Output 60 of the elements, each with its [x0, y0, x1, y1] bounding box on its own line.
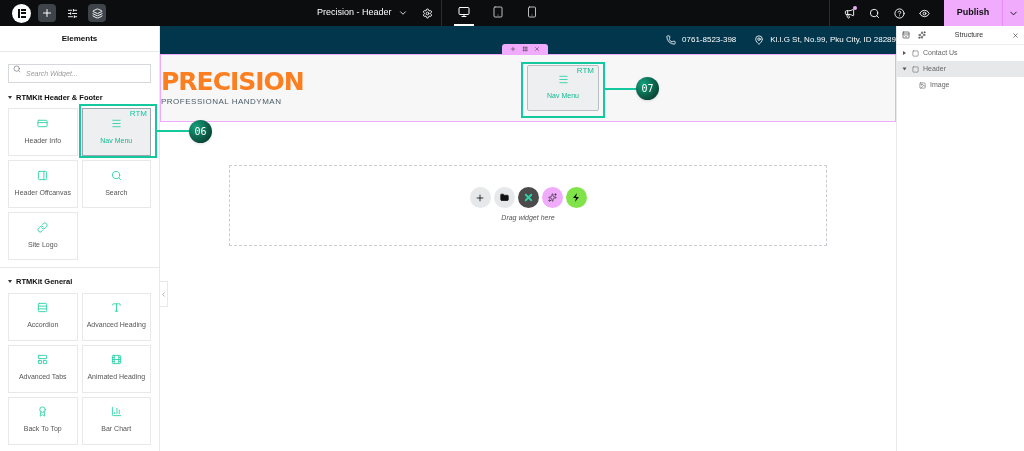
chevron-left-icon: [160, 290, 167, 298]
section-handle[interactable]: [502, 44, 548, 54]
help-icon[interactable]: [894, 7, 905, 19]
address-text: Kl.l.G St, No.99, Pku City, ID 28289: [770, 34, 896, 46]
card-icon: [37, 118, 49, 129]
logo-icon[interactable]: [12, 3, 31, 23]
search-icon[interactable]: [869, 7, 880, 19]
settings-icon[interactable]: [421, 7, 433, 19]
bar-chart-icon: [110, 406, 122, 418]
caret-icon: [8, 280, 12, 284]
panel-title: Elements: [0, 26, 159, 52]
leader-line: [605, 88, 637, 90]
lightning-button[interactable]: [565, 187, 587, 209]
desktop-icon: [457, 6, 470, 18]
cross-icon: [522, 192, 534, 204]
widget-tag-text: RTM: [576, 67, 594, 75]
badge-icon: [37, 406, 49, 418]
panel-icon: [37, 170, 49, 181]
bolt-icon: [572, 193, 580, 203]
folder-icon: [499, 193, 509, 203]
caret-icon: [8, 96, 12, 100]
kit-button[interactable]: [517, 187, 539, 209]
add-button[interactable]: [38, 4, 56, 22]
layers-icon: [91, 7, 103, 19]
caret-icon: [902, 67, 907, 71]
close-icon[interactable]: [1012, 31, 1019, 39]
template-button[interactable]: [493, 187, 515, 209]
rows-icon: [37, 302, 49, 314]
phone-icon: [666, 35, 677, 45]
menu-icon: [110, 118, 122, 129]
publish-button[interactable]: Publish: [944, 0, 1002, 26]
image-icon: [919, 81, 926, 89]
preview-icon[interactable]: [919, 7, 930, 19]
tablet-icon: [491, 6, 504, 18]
phone-number: 0761-8523-398: [682, 34, 737, 46]
widget-tag-text: RTM: [129, 110, 147, 119]
plus-icon: [41, 7, 53, 19]
search-icon: [13, 65, 21, 73]
menu-icon: [557, 74, 569, 86]
layers-button[interactable]: [88, 4, 106, 22]
caret-icon: [903, 51, 906, 55]
phone-icon: [525, 6, 538, 18]
location-icon: [754, 35, 765, 45]
film-icon: [110, 354, 122, 366]
document-title[interactable]: Precision - Header: [316, 6, 392, 20]
caret-icon[interactable]: [397, 8, 408, 18]
panel-toggle-icon[interactable]: [902, 31, 910, 39]
link-icon: [37, 222, 49, 233]
sparkle-icon[interactable]: [918, 31, 926, 39]
logo-tagline: PROFESSIONAL HANDYMAN: [161, 95, 283, 108]
text-icon: [110, 302, 122, 314]
plus-icon: [475, 192, 485, 203]
leader-line: [157, 130, 191, 132]
search-icon: [110, 170, 122, 181]
ai-button[interactable]: [541, 187, 563, 209]
sparkle-icon: [547, 193, 557, 203]
logo-wordmark: PRECISION: [161, 68, 304, 94]
layout-icon: [37, 354, 49, 366]
drag-handle-icon[interactable]: [522, 46, 528, 52]
megaphone-icon[interactable]: [844, 7, 855, 19]
